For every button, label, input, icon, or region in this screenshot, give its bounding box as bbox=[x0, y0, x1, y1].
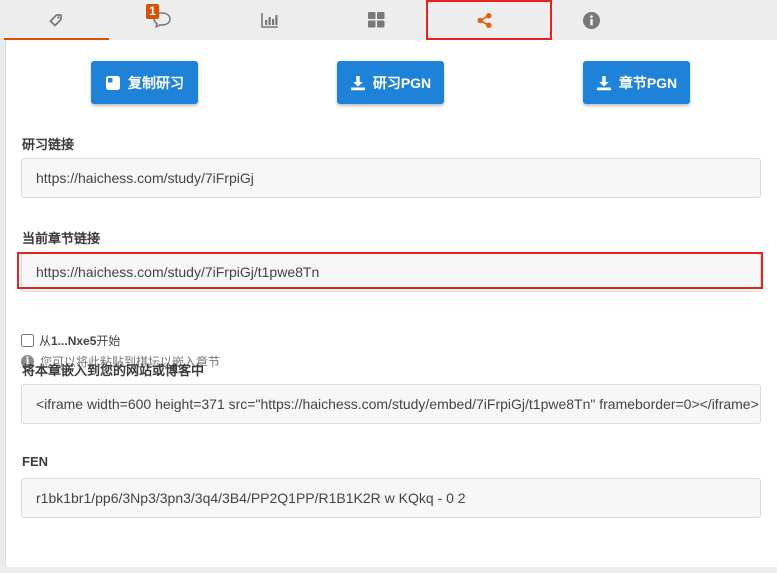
tab-comments[interactable]: 1 bbox=[109, 0, 214, 40]
chapter-pgn-button[interactable]: 章节PGN bbox=[583, 61, 690, 104]
fen-field[interactable]: r1bk1br1/pp6/3Np3/3pn3/3q4/3B4/PP2Q1PP/R… bbox=[21, 478, 761, 518]
start-from-move-option: 从1...Nxe5开始 bbox=[21, 332, 120, 348]
notification-badge: 1 bbox=[146, 4, 159, 19]
study-link-field[interactable]: https://haichess.com/study/7iFrpiGj bbox=[21, 158, 761, 198]
embed-label: 将本章嵌入到您的网站或博客中 bbox=[22, 363, 205, 378]
share-icon bbox=[477, 12, 492, 28]
clone-icon bbox=[106, 75, 120, 90]
info-icon bbox=[583, 11, 600, 29]
share-panel: 复制研习 研习PGN 章节PGN 研习链接 https://haichess.c… bbox=[5, 40, 777, 567]
study-link-label: 研习链接 bbox=[22, 137, 75, 152]
tab-boards[interactable] bbox=[324, 0, 429, 40]
tab-tags[interactable] bbox=[4, 0, 109, 40]
bar-chart-icon bbox=[260, 13, 278, 28]
start-from-text: 从1...Nxe5开始 bbox=[39, 333, 121, 348]
start-from-checkbox[interactable] bbox=[21, 333, 34, 347]
fen-label: FEN bbox=[22, 454, 48, 469]
chapter-link-label: 当前章节链接 bbox=[22, 231, 101, 246]
clone-study-button[interactable]: 复制研习 bbox=[91, 61, 198, 104]
tab-share[interactable] bbox=[432, 0, 537, 40]
download-icon bbox=[350, 75, 365, 90]
tab-info[interactable] bbox=[539, 0, 644, 40]
tab-bar: 1 bbox=[0, 0, 777, 40]
chapter-link-field[interactable]: https://haichess.com/study/7iFrpiGj/t1pw… bbox=[21, 252, 761, 292]
grid-icon bbox=[368, 12, 385, 28]
study-pgn-label: 研习PGN bbox=[372, 74, 432, 91]
tag-icon bbox=[49, 13, 62, 26]
download-icon bbox=[596, 75, 611, 90]
tab-statistics[interactable] bbox=[217, 0, 322, 40]
embed-code-field[interactable]: <iframe width=600 height=371 src="https:… bbox=[21, 384, 761, 424]
chapter-pgn-label: 章节PGN bbox=[618, 74, 678, 91]
study-pgn-button[interactable]: 研习PGN bbox=[337, 61, 444, 104]
clone-study-label: 复制研习 bbox=[128, 74, 184, 91]
